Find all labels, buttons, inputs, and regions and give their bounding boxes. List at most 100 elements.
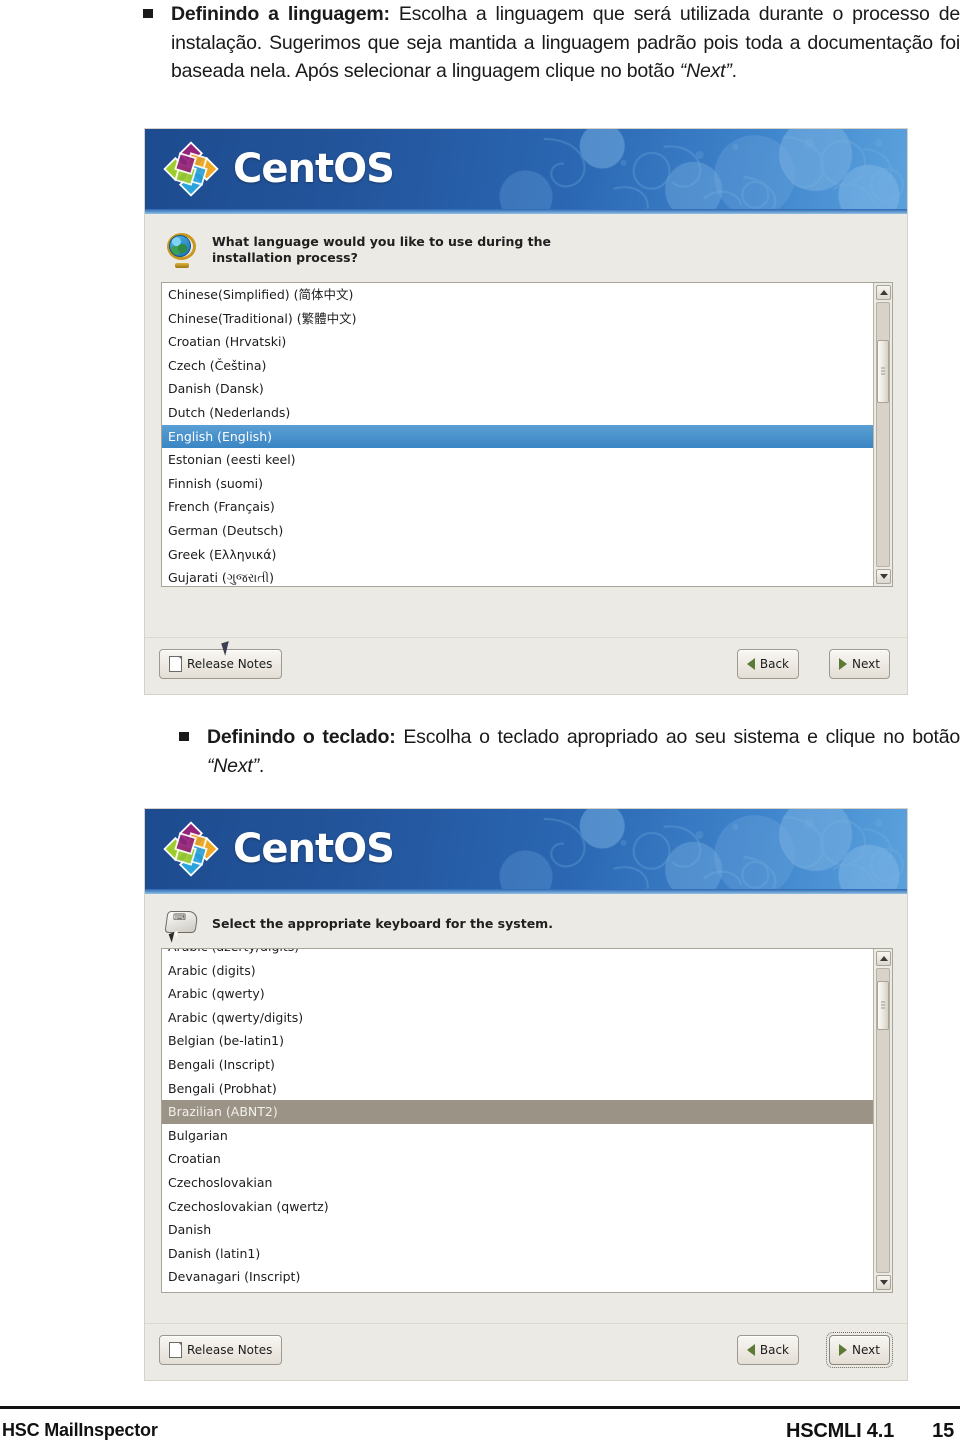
arrow-left-icon [746, 1344, 755, 1356]
scroll-thumb-keyboard[interactable] [877, 981, 889, 1030]
scroll-up-button-keyboard[interactable] [876, 951, 891, 966]
list-item[interactable]: Arabic (qwerty/digits) [162, 1006, 873, 1030]
scroll-down-button-keyboard[interactable] [876, 1275, 891, 1290]
next-button-keyboard[interactable]: Next [826, 1332, 893, 1368]
language-prompt-row: What language would you like to use duri… [145, 214, 907, 282]
installer-button-bar-language: Release Notes Back Next [145, 637, 907, 694]
list-item[interactable]: German (Deutsch) [162, 519, 873, 543]
bullet-icon [143, 9, 153, 18]
list-item[interactable]: Czech (Čeština) [162, 354, 873, 378]
list-item[interactable]: Bulgarian [162, 1124, 873, 1148]
release-notes-button-language[interactable]: Release Notes [159, 649, 283, 679]
next-label-keyboard: Next [852, 1343, 880, 1357]
list-item[interactable]: Estonian (eesti keel) [162, 448, 873, 472]
paragraph-block-language: Definindo a linguagem: Escolha a linguag… [143, 0, 960, 86]
paragraph-language-lead: Definindo a linguagem: [171, 3, 390, 25]
list-item[interactable]: Chinese(Simplified) (简体中文) [162, 283, 873, 307]
centos-pinwheel-icon [163, 141, 219, 197]
installer-content-language: What language would you like to use duri… [145, 214, 907, 587]
list-item[interactable]: English (English) [162, 424, 873, 449]
arrow-left-icon [746, 658, 755, 670]
footer-page-number: 15 [932, 1420, 954, 1442]
installer-content-keyboard: ⌨ Select the appropriate keyboard for th… [145, 894, 907, 1293]
keyboard-list-items[interactable]: Arabic (azerty/digits)Arabic (digits)Ara… [162, 949, 873, 1289]
keyboard-prompt-text: Select the appropriate keyboard for the … [212, 916, 553, 931]
installer-button-bar-keyboard: Release Notes Back Next [145, 1323, 907, 1380]
paragraph-keyboard-body: Escolha o teclado apropriado ao seu sist… [395, 726, 960, 748]
arrow-right-icon [839, 1344, 848, 1356]
list-item[interactable]: Chinese(Traditional) (繁體中文) [162, 307, 873, 331]
page-footer: HSC MailInspector HSCMLI 4.1 15 [0, 1420, 960, 1450]
paragraph-language-text: Definindo a linguagem: Escolha a linguag… [171, 0, 960, 86]
release-notes-label-keyboard: Release Notes [187, 1343, 273, 1357]
list-item[interactable]: French (Français) [162, 495, 873, 519]
globe-icon [165, 232, 199, 268]
list-item[interactable]: Bengali (Probhat) [162, 1077, 873, 1101]
list-item[interactable]: Arabic (digits) [162, 959, 873, 983]
paragraph-keyboard-text: Definindo o teclado: Escolha o teclado a… [207, 723, 960, 780]
list-item[interactable]: Greek (Ελληνικά) [162, 543, 873, 567]
scroll-track-language[interactable] [876, 302, 890, 567]
paragraph-keyboard-quote: “Next” [207, 754, 259, 777]
centos-banner-language: CentOS [145, 129, 907, 214]
scroll-track-keyboard[interactable] [876, 968, 890, 1273]
page-icon [169, 656, 182, 672]
back-label-language: Back [759, 657, 789, 671]
keyboard-list-scrollbar[interactable] [873, 949, 892, 1292]
bullet-icon [179, 732, 189, 741]
list-item[interactable]: Danish (latin1) [162, 1242, 873, 1266]
footer-product-label: HSCMLI 4.1 [785, 1420, 894, 1442]
back-button-language[interactable]: Back [736, 649, 799, 679]
language-list-items[interactable]: Chinese(Simplified) (简体中文) Chinese(Tradit… [162, 283, 873, 586]
paragraph-language-tail: . [731, 60, 737, 82]
centos-logo-text-keyboard: CentOS [233, 826, 395, 872]
paragraph-block-keyboard: Definindo o teclado: Escolha o teclado a… [179, 723, 960, 780]
keyboard-key-icon: ⌨ [164, 908, 199, 943]
list-item[interactable]: Danish (Dansk) [162, 377, 873, 401]
release-notes-label-language: Release Notes [187, 657, 273, 671]
page-icon [169, 1342, 182, 1358]
list-item[interactable]: Czechoslovakian (qwertz) [162, 1195, 873, 1219]
list-item[interactable]: Belgian (be-latin1) [162, 1029, 873, 1053]
language-list-scrollarea[interactable]: Chinese(Simplified) (简体中文) Chinese(Tradit… [162, 283, 873, 586]
centos-pinwheel-icon [163, 821, 219, 877]
list-item[interactable]: Arabic (qwerty) [162, 982, 873, 1006]
scroll-thumb-language[interactable] [877, 339, 889, 403]
keyboard-prompt-row: ⌨ Select the appropriate keyboard for th… [145, 894, 907, 948]
back-label-keyboard: Back [759, 1343, 789, 1357]
scroll-down-button-language[interactable] [876, 569, 891, 584]
scroll-up-button-language[interactable] [876, 285, 891, 300]
list-item[interactable]: Bengali (Inscript) [162, 1053, 873, 1077]
language-list-scrollbar[interactable] [873, 283, 892, 586]
centos-logo-language: CentOS [161, 139, 395, 199]
list-item[interactable]: Arabic (azerty/digits) [162, 949, 873, 959]
list-item[interactable]: Gujarati (ગુજરાતી) [162, 566, 873, 586]
list-item[interactable]: Devanagari (Inscript) [162, 1265, 873, 1289]
release-notes-button-keyboard[interactable]: Release Notes [159, 1335, 283, 1365]
footer-left-label: HSC MailInspector [2, 1420, 158, 1440]
keyboard-list-scrollarea[interactable]: Arabic (azerty/digits)Arabic (digits)Ara… [162, 949, 873, 1292]
list-item[interactable]: Danish [162, 1218, 873, 1242]
language-prompt-text: What language would you like to use duri… [212, 234, 552, 265]
list-item[interactable]: Czechoslovakian [162, 1171, 873, 1195]
list-item[interactable]: Croatian [162, 1147, 873, 1171]
centos-installer-keyboard-screenshot: CentOS ⌨ Select the appropriate keyboard… [144, 808, 908, 1381]
paragraph-keyboard-tail: . [258, 754, 265, 777]
list-item[interactable]: Dutch (Nederlands) [162, 401, 873, 425]
centos-logo-text-language: CentOS [233, 146, 395, 192]
paragraph-keyboard-lead: Definindo o teclado: [207, 726, 396, 748]
list-item[interactable]: Croatian (Hrvatski) [162, 330, 873, 354]
next-button-language[interactable]: Next [829, 649, 890, 679]
back-button-keyboard[interactable]: Back [736, 1335, 799, 1365]
paragraph-language-quote: “Next” [679, 60, 732, 82]
centos-installer-language-screenshot: CentOS What language would you like to u… [144, 128, 908, 695]
arrow-right-icon [839, 658, 848, 670]
language-listbox[interactable]: Chinese(Simplified) (简体中文) Chinese(Tradit… [161, 282, 893, 587]
centos-logo-keyboard: CentOS [161, 819, 395, 879]
keyboard-listbox[interactable]: Arabic (azerty/digits)Arabic (digits)Ara… [161, 948, 893, 1293]
list-item[interactable]: Brazilian (ABNT2) [162, 1100, 873, 1124]
list-item[interactable]: Finnish (suomi) [162, 472, 873, 496]
footer-divider [0, 1406, 960, 1409]
next-label-language: Next [852, 657, 880, 671]
centos-banner-keyboard: CentOS [145, 809, 907, 894]
